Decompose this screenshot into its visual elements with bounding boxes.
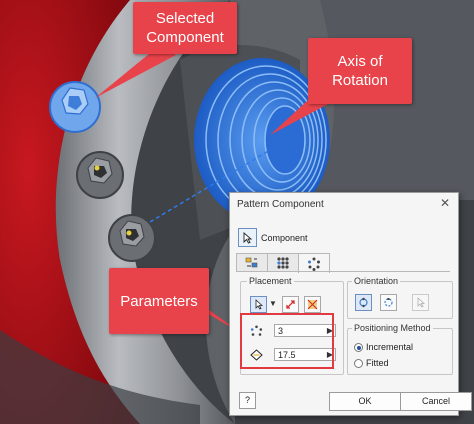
close-icon[interactable]: ✕: [440, 196, 450, 210]
orientation-select-button[interactable]: [412, 294, 429, 311]
positioning-method-label: Positioning Method: [352, 323, 433, 333]
fitted-label: Fitted: [366, 358, 389, 368]
callout-selected-component: Selected Component: [133, 2, 237, 54]
help-button[interactable]: ?: [239, 392, 256, 409]
midplane-button[interactable]: [304, 296, 321, 313]
tab-grid-pattern[interactable]: [267, 253, 299, 272]
orientation-label: Orientation: [352, 276, 401, 286]
tab-circular-pattern[interactable]: [298, 253, 330, 273]
cancel-button[interactable]: Cancel: [400, 392, 472, 411]
tab-rectangular-pattern[interactable]: [236, 253, 268, 272]
select-component-button[interactable]: [250, 296, 267, 313]
callout-axis-of-rotation: Axis of Rotation: [308, 38, 412, 104]
cursor-icon: [255, 299, 263, 310]
placement-label: Placement: [247, 276, 294, 286]
pattern-component-dialog: Pattern Component ✕ Component Placement …: [229, 192, 472, 416]
select-arrow-icon: [243, 231, 253, 244]
midplane-icon: [307, 299, 318, 310]
component-select-button[interactable]: [238, 228, 257, 247]
rectangular-pattern-icon: [245, 257, 258, 268]
incremental-radio[interactable]: [354, 343, 363, 352]
fitted-radio[interactable]: [354, 359, 363, 368]
circular-pattern-icon: [308, 257, 320, 271]
grid-pattern-icon: [277, 257, 289, 269]
fixed-orientation-button[interactable]: [380, 294, 397, 311]
rotational-orientation-button[interactable]: [355, 294, 372, 311]
parameters-highlight-frame: [240, 313, 334, 369]
flip-arrows-icon: [286, 300, 295, 309]
callout-parameters: Parameters: [109, 268, 209, 334]
rotate-pattern-icon: [359, 297, 368, 308]
bolt-3: [108, 214, 156, 262]
incremental-label: Incremental: [366, 342, 414, 352]
dialog-title: Pattern Component: [237, 199, 324, 210]
component-label: Component: [261, 233, 308, 243]
ok-button[interactable]: OK: [329, 392, 401, 411]
selected-bolt[interactable]: [49, 81, 101, 133]
fixed-pattern-icon: [384, 298, 393, 307]
bolt-2: [76, 151, 124, 199]
cursor-icon: [417, 297, 425, 308]
flip-direction-button[interactable]: [282, 296, 299, 313]
dropdown-arrow-icon[interactable]: ▼: [268, 297, 278, 310]
